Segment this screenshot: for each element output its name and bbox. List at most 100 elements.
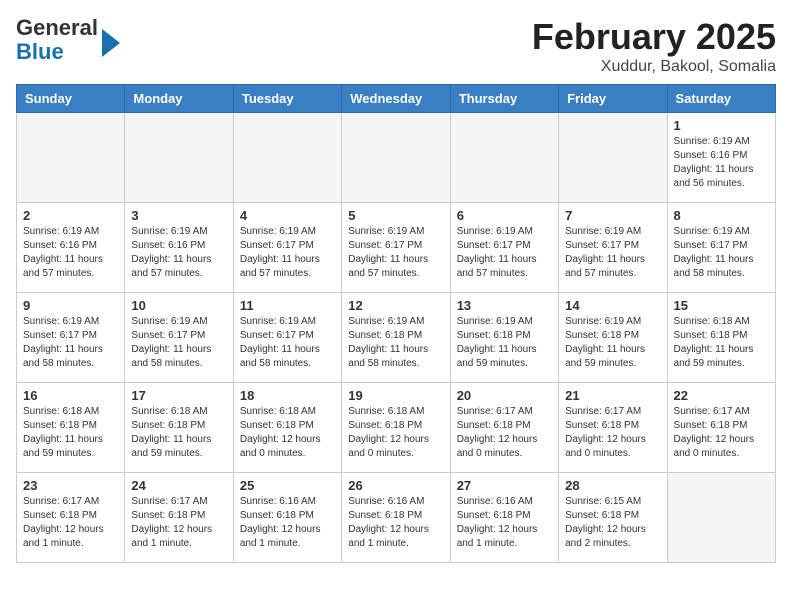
calendar-day-cell: 16 Sunrise: 6:18 AM Sunset: 6:18 PM Dayli… bbox=[17, 383, 125, 473]
calendar-day-cell bbox=[233, 113, 341, 203]
calendar-day-cell: 11 Sunrise: 6:19 AM Sunset: 6:17 PM Dayli… bbox=[233, 293, 341, 383]
day-info: Sunrise: 6:16 AM Sunset: 6:18 PM Dayligh… bbox=[457, 495, 552, 551]
calendar-day-cell bbox=[125, 113, 233, 203]
day-number: 18 bbox=[240, 388, 335, 403]
day-info: Sunrise: 6:18 AM Sunset: 6:18 PM Dayligh… bbox=[348, 405, 443, 461]
calendar-week-row: 1 Sunrise: 6:19 AM Sunset: 6:16 PM Daylig… bbox=[17, 113, 776, 203]
calendar-day-cell bbox=[17, 113, 125, 203]
day-number: 28 bbox=[565, 478, 660, 493]
day-info: Sunrise: 6:19 AM Sunset: 6:17 PM Dayligh… bbox=[674, 225, 769, 281]
calendar-day-cell: 2 Sunrise: 6:19 AM Sunset: 6:16 PM Daylig… bbox=[17, 203, 125, 293]
calendar-day-cell: 4 Sunrise: 6:19 AM Sunset: 6:17 PM Daylig… bbox=[233, 203, 341, 293]
day-number: 9 bbox=[23, 298, 118, 313]
day-info: Sunrise: 6:17 AM Sunset: 6:18 PM Dayligh… bbox=[457, 405, 552, 461]
calendar-day-cell: 13 Sunrise: 6:19 AM Sunset: 6:18 PM Dayli… bbox=[450, 293, 558, 383]
day-number: 10 bbox=[131, 298, 226, 313]
weekday-header: Friday bbox=[559, 85, 667, 113]
day-number: 1 bbox=[674, 118, 769, 133]
day-info: Sunrise: 6:19 AM Sunset: 6:17 PM Dayligh… bbox=[131, 315, 226, 371]
day-number: 24 bbox=[131, 478, 226, 493]
day-info: Sunrise: 6:18 AM Sunset: 6:18 PM Dayligh… bbox=[23, 405, 118, 461]
calendar-day-cell: 10 Sunrise: 6:19 AM Sunset: 6:17 PM Dayli… bbox=[125, 293, 233, 383]
calendar-day-cell bbox=[559, 113, 667, 203]
weekday-header: Tuesday bbox=[233, 85, 341, 113]
day-number: 19 bbox=[348, 388, 443, 403]
day-info: Sunrise: 6:17 AM Sunset: 6:18 PM Dayligh… bbox=[131, 495, 226, 551]
calendar-day-cell: 8 Sunrise: 6:19 AM Sunset: 6:17 PM Daylig… bbox=[667, 203, 775, 293]
logo: General Blue bbox=[16, 16, 120, 64]
calendar-day-cell: 14 Sunrise: 6:19 AM Sunset: 6:18 PM Dayli… bbox=[559, 293, 667, 383]
day-info: Sunrise: 6:19 AM Sunset: 6:17 PM Dayligh… bbox=[23, 315, 118, 371]
day-number: 16 bbox=[23, 388, 118, 403]
day-info: Sunrise: 6:19 AM Sunset: 6:18 PM Dayligh… bbox=[457, 315, 552, 371]
logo-text: General Blue bbox=[16, 16, 98, 64]
day-number: 15 bbox=[674, 298, 769, 313]
day-info: Sunrise: 6:18 AM Sunset: 6:18 PM Dayligh… bbox=[131, 405, 226, 461]
calendar-day-cell bbox=[342, 113, 450, 203]
day-number: 11 bbox=[240, 298, 335, 313]
day-number: 5 bbox=[348, 208, 443, 223]
day-info: Sunrise: 6:19 AM Sunset: 6:16 PM Dayligh… bbox=[674, 135, 769, 191]
calendar-day-cell: 17Sunrise: 6:18 AM Sunset: 6:18 PM Dayli… bbox=[125, 383, 233, 473]
day-info: Sunrise: 6:19 AM Sunset: 6:18 PM Dayligh… bbox=[348, 315, 443, 371]
page-header: General Blue February 2025 Xuddur, Bakoo… bbox=[16, 16, 776, 76]
calendar-subtitle: Xuddur, Bakool, Somalia bbox=[532, 58, 776, 76]
weekday-header: Sunday bbox=[17, 85, 125, 113]
calendar-day-cell: 28 Sunrise: 6:15 AM Sunset: 6:18 PM Dayli… bbox=[559, 473, 667, 563]
calendar-day-cell: 5 Sunrise: 6:19 AM Sunset: 6:17 PM Daylig… bbox=[342, 203, 450, 293]
day-number: 27 bbox=[457, 478, 552, 493]
day-number: 8 bbox=[674, 208, 769, 223]
calendar-day-cell: 9 Sunrise: 6:19 AM Sunset: 6:17 PM Daylig… bbox=[17, 293, 125, 383]
calendar-day-cell bbox=[667, 473, 775, 563]
calendar-day-cell: 24 Sunrise: 6:17 AM Sunset: 6:18 PM Dayli… bbox=[125, 473, 233, 563]
calendar-week-row: 16 Sunrise: 6:18 AM Sunset: 6:18 PM Dayli… bbox=[17, 383, 776, 473]
weekday-header: Thursday bbox=[450, 85, 558, 113]
day-number: 21 bbox=[565, 388, 660, 403]
day-info: Sunrise: 6:19 AM Sunset: 6:16 PM Dayligh… bbox=[131, 225, 226, 281]
calendar-day-cell: 3 Sunrise: 6:19 AM Sunset: 6:16 PM Daylig… bbox=[125, 203, 233, 293]
logo-arrow-icon bbox=[102, 29, 120, 57]
day-info: Sunrise: 6:19 AM Sunset: 6:17 PM Dayligh… bbox=[348, 225, 443, 281]
day-number: 25 bbox=[240, 478, 335, 493]
calendar-day-cell: 21 Sunrise: 6:17 AM Sunset: 6:18 PM Dayli… bbox=[559, 383, 667, 473]
day-number: 23 bbox=[23, 478, 118, 493]
day-number: 2 bbox=[23, 208, 118, 223]
day-info: Sunrise: 6:18 AM Sunset: 6:18 PM Dayligh… bbox=[240, 405, 335, 461]
day-info: Sunrise: 6:19 AM Sunset: 6:16 PM Dayligh… bbox=[23, 225, 118, 281]
day-info: Sunrise: 6:19 AM Sunset: 6:17 PM Dayligh… bbox=[240, 315, 335, 371]
day-number: 13 bbox=[457, 298, 552, 313]
day-number: 7 bbox=[565, 208, 660, 223]
title-block: February 2025 Xuddur, Bakool, Somalia bbox=[532, 16, 776, 76]
day-number: 14 bbox=[565, 298, 660, 313]
day-info: Sunrise: 6:18 AM Sunset: 6:18 PM Dayligh… bbox=[674, 315, 769, 371]
calendar-week-row: 2 Sunrise: 6:19 AM Sunset: 6:16 PM Daylig… bbox=[17, 203, 776, 293]
day-info: Sunrise: 6:16 AM Sunset: 6:18 PM Dayligh… bbox=[348, 495, 443, 551]
day-info: Sunrise: 6:19 AM Sunset: 6:17 PM Dayligh… bbox=[240, 225, 335, 281]
day-number: 12 bbox=[348, 298, 443, 313]
day-number: 26 bbox=[348, 478, 443, 493]
day-number: 20 bbox=[457, 388, 552, 403]
calendar-day-cell: 12 Sunrise: 6:19 AM Sunset: 6:18 PM Dayli… bbox=[342, 293, 450, 383]
calendar-day-cell: 22Sunrise: 6:17 AM Sunset: 6:18 PM Dayli… bbox=[667, 383, 775, 473]
calendar-table: SundayMondayTuesdayWednesdayThursdayFrid… bbox=[16, 84, 776, 563]
logo-blue: Blue bbox=[16, 39, 64, 64]
day-info: Sunrise: 6:15 AM Sunset: 6:18 PM Dayligh… bbox=[565, 495, 660, 551]
day-info: Sunrise: 6:19 AM Sunset: 6:18 PM Dayligh… bbox=[565, 315, 660, 371]
calendar-week-row: 9 Sunrise: 6:19 AM Sunset: 6:17 PM Daylig… bbox=[17, 293, 776, 383]
logo-general: General bbox=[16, 15, 98, 40]
day-info: Sunrise: 6:19 AM Sunset: 6:17 PM Dayligh… bbox=[565, 225, 660, 281]
calendar-day-cell: 23 Sunrise: 6:17 AM Sunset: 6:18 PM Dayli… bbox=[17, 473, 125, 563]
day-number: 3 bbox=[131, 208, 226, 223]
weekday-header: Monday bbox=[125, 85, 233, 113]
calendar-week-row: 23 Sunrise: 6:17 AM Sunset: 6:18 PM Dayli… bbox=[17, 473, 776, 563]
calendar-day-cell: 27 Sunrise: 6:16 AM Sunset: 6:18 PM Dayli… bbox=[450, 473, 558, 563]
calendar-day-cell: 19 Sunrise: 6:18 AM Sunset: 6:18 PM Dayli… bbox=[342, 383, 450, 473]
calendar-day-cell: 25Sunrise: 6:16 AM Sunset: 6:18 PM Dayli… bbox=[233, 473, 341, 563]
calendar-day-cell: 20 Sunrise: 6:17 AM Sunset: 6:18 PM Dayli… bbox=[450, 383, 558, 473]
calendar-day-cell: 26 Sunrise: 6:16 AM Sunset: 6:18 PM Dayli… bbox=[342, 473, 450, 563]
calendar-header-row: SundayMondayTuesdayWednesdayThursdayFrid… bbox=[17, 85, 776, 113]
day-info: Sunrise: 6:17 AM Sunset: 6:18 PM Dayligh… bbox=[565, 405, 660, 461]
day-info: Sunrise: 6:17 AM Sunset: 6:18 PM Dayligh… bbox=[23, 495, 118, 551]
day-number: 4 bbox=[240, 208, 335, 223]
calendar-day-cell: 6Sunrise: 6:19 AM Sunset: 6:17 PM Daylig… bbox=[450, 203, 558, 293]
